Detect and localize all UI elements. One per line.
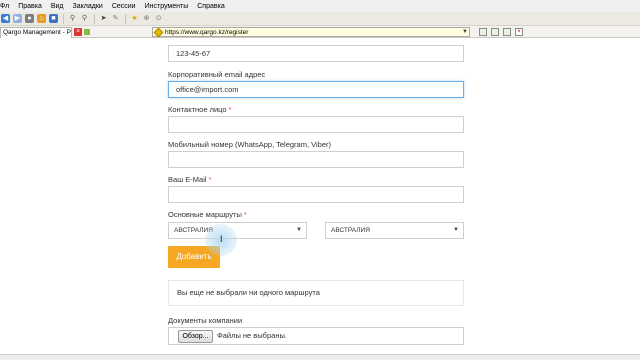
tab-close-icon[interactable]: ×: [74, 28, 82, 36]
menu-sessions[interactable]: Сессии: [112, 3, 136, 10]
menu-bookmarks[interactable]: Закладки: [73, 3, 103, 10]
route-to-select[interactable]: АВСТРАЛИЯ ▼: [325, 222, 464, 239]
save-icon[interactable]: ■: [49, 14, 58, 23]
toolbar-separator: [125, 13, 126, 24]
edit-icon[interactable]: ✎: [111, 14, 120, 23]
contact-person-label: Контактное лицо *: [168, 105, 231, 114]
mobile-input[interactable]: [168, 151, 464, 168]
security-icon[interactable]: [153, 27, 164, 37]
toolbar-separator: [94, 13, 95, 24]
registration-page: 123-45-67 Корпоративный email адрес offi…: [0, 38, 640, 354]
corporate-email-label: Корпоративный email адрес: [168, 70, 266, 79]
routes-label: Основные маршруты *: [168, 210, 247, 219]
zoom-out-icon[interactable]: ⚲: [80, 14, 89, 23]
office-phone-input[interactable]: 123-45-67: [168, 45, 464, 62]
menu-file[interactable]: Фл: [0, 3, 9, 10]
no-file-text: Файлы не выбраны.: [217, 331, 287, 340]
home-icon[interactable]: ⌂: [37, 14, 46, 23]
back-icon[interactable]: ◀: [1, 14, 10, 23]
toolbar-separator: [63, 13, 64, 24]
address-bar[interactable]: https://www.qargo.kz/register ▼: [152, 27, 470, 37]
contact-person-label-text: Контактное лицо: [168, 105, 227, 114]
menu-view[interactable]: Вид: [51, 3, 64, 10]
cursor-icon[interactable]: ➤: [99, 14, 108, 23]
go-icon[interactable]: [479, 28, 487, 36]
your-email-label-text: Ваш E-Mail: [168, 175, 207, 184]
zoom-in-icon[interactable]: ⚲: [68, 14, 77, 23]
address-input[interactable]: https://www.qargo.kz/register: [165, 29, 461, 36]
mobile-label: Мобильный номер (WhatsApp, Telegram, Vib…: [168, 140, 331, 149]
required-mark: *: [208, 175, 212, 184]
close-page-icon[interactable]: ×: [515, 28, 523, 36]
reload-icon[interactable]: ●: [25, 14, 34, 23]
browser-toolbar: ◀ ▶ ● ⌂ ■ ⚲ ⚲ ➤ ✎ ★ ⊕ ⊙: [0, 12, 640, 26]
menu-bar: Фл Правка Вид Закладки Сессии Инструмент…: [0, 0, 640, 12]
menu-help[interactable]: Справка: [197, 3, 224, 10]
your-email-input[interactable]: [168, 186, 464, 203]
forward-icon[interactable]: ▶: [13, 14, 22, 23]
required-mark: *: [243, 210, 247, 219]
route-from-select[interactable]: АВСТРАЛИЯ ▼: [168, 222, 307, 239]
text-cursor-icon: I: [220, 234, 223, 244]
menu-tools[interactable]: Инструменты: [145, 3, 189, 10]
tab-pin-icon[interactable]: [84, 29, 90, 35]
bookmark-add-icon[interactable]: ⊕: [142, 14, 151, 23]
bookmark-menu-icon[interactable]: ⊙: [154, 14, 163, 23]
extension-icon[interactable]: [503, 28, 511, 36]
routes-empty-message: Вы еще не выбрали ни одного маршрута: [168, 280, 464, 306]
bookmark-star-icon[interactable]: ★: [130, 14, 139, 23]
chevron-down-icon: ▼: [296, 227, 302, 233]
browse-button[interactable]: Обзор...: [178, 330, 213, 343]
tab-qargo-management[interactable]: Qargo Management - PE...: [0, 27, 72, 38]
menu-edit[interactable]: Правка: [18, 3, 42, 10]
required-mark: *: [228, 105, 232, 114]
routes-label-text: Основные маршруты: [168, 210, 242, 219]
feed-icon[interactable]: [491, 28, 499, 36]
chevron-down-icon: ▼: [453, 227, 459, 233]
documents-file-input[interactable]: Обзор... Файлы не выбраны.: [168, 327, 464, 345]
contact-person-input[interactable]: [168, 116, 464, 133]
status-bar: [0, 354, 640, 360]
address-actions: ×: [479, 28, 527, 37]
address-dropdown-icon[interactable]: ▼: [461, 29, 469, 35]
your-email-label: Ваш E-Mail *: [168, 175, 211, 184]
documents-label: Документы компании: [168, 316, 243, 325]
corporate-email-input[interactable]: office@import.com: [168, 81, 464, 98]
route-to-value: АВСТРАЛИЯ: [331, 227, 370, 234]
